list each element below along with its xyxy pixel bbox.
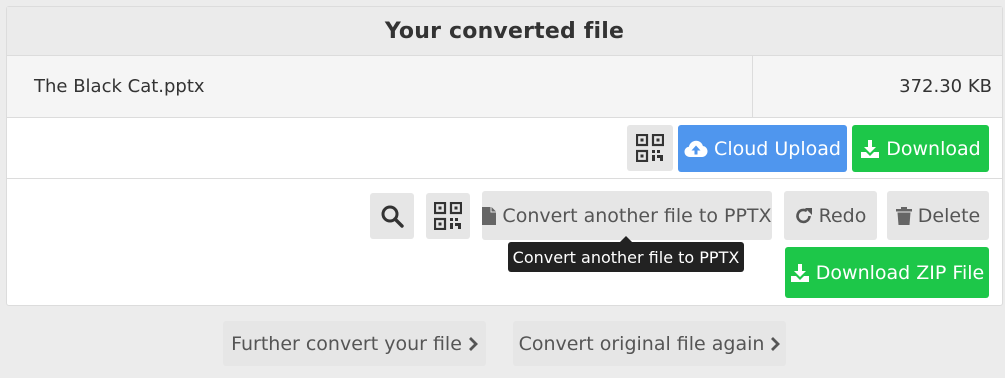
- download-icon: [860, 139, 880, 159]
- qr-code-icon: [636, 134, 664, 162]
- trash-icon: [895, 206, 912, 225]
- panel-title: Your converted file: [7, 7, 1002, 56]
- convert-again-label: Convert original file again: [518, 332, 765, 355]
- file-icon: [482, 206, 497, 225]
- download-zip-button[interactable]: Download ZIP File: [785, 247, 989, 298]
- convert-another-button[interactable]: Convert another file to PPTX: [482, 191, 772, 240]
- search-icon: [380, 204, 404, 228]
- search-button[interactable]: [370, 193, 414, 239]
- further-convert-button[interactable]: Further convert your file: [223, 321, 486, 366]
- convert-another-tooltip: Convert another file to PPTX: [508, 236, 744, 272]
- cloud-upload-icon: [684, 140, 708, 158]
- redo-button[interactable]: Redo: [784, 191, 877, 240]
- delete-label: Delete: [917, 204, 981, 227]
- download-zip-label: Download ZIP File: [815, 261, 985, 284]
- file-size: 372.30 KB: [899, 76, 992, 97]
- row-divider: [7, 178, 1002, 179]
- convert-again-button[interactable]: Convert original file again: [513, 321, 786, 366]
- download-button[interactable]: Download: [852, 125, 989, 172]
- download-icon: [790, 263, 810, 283]
- qr-code-button[interactable]: [627, 125, 673, 171]
- file-row: The Black Cat.pptx 372.30 KB: [7, 56, 1002, 118]
- delete-button[interactable]: Delete: [887, 191, 989, 240]
- download-label: Download: [886, 137, 981, 160]
- chevron-right-icon: [770, 336, 781, 352]
- cloud-upload-label: Cloud Upload: [714, 137, 841, 160]
- redo-icon: [795, 207, 813, 225]
- cloud-upload-button[interactable]: Cloud Upload: [678, 125, 847, 172]
- converted-file-panel: Your converted file The Black Cat.pptx 3…: [6, 6, 1003, 306]
- convert-another-label: Convert another file to PPTX: [502, 204, 772, 227]
- qr-code-icon: [434, 202, 462, 230]
- file-name: The Black Cat.pptx: [7, 56, 753, 117]
- chevron-right-icon: [468, 336, 478, 352]
- qr-code-button-secondary[interactable]: [426, 193, 470, 239]
- further-convert-label: Further convert your file: [231, 332, 462, 355]
- redo-label: Redo: [818, 204, 867, 227]
